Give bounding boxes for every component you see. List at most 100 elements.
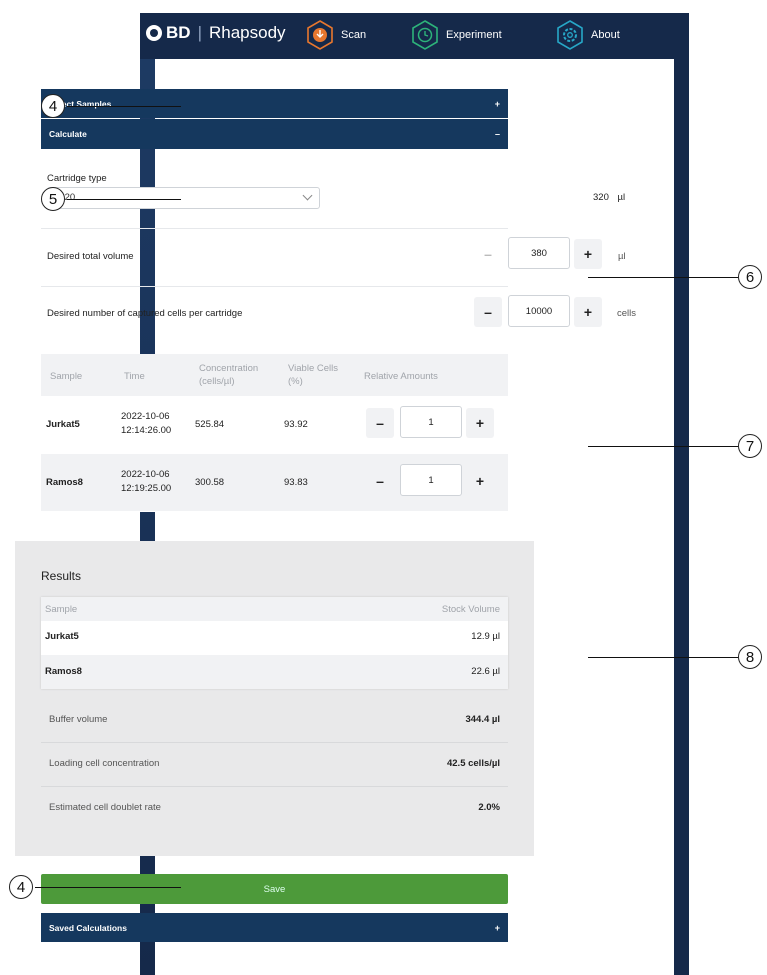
callout-7: 7 [738,434,762,458]
buffer-volume-label: Buffer volume [49,714,108,725]
sample-concentration: 525.84 [195,419,225,430]
brand-separator: | [197,23,202,42]
loading-concentration-value: 42.5 cells/µl [446,758,500,769]
divider [41,228,508,229]
col-viable-line1: Viable Cells [288,363,338,374]
result-sample: Ramos8 [45,666,82,677]
doublet-rate-value: 2.0% [478,802,500,813]
col-time: Time [124,371,145,382]
callout-5: 5 [41,187,65,211]
gear-icon [555,20,585,50]
callout-4-top-line [67,106,181,108]
table-row: Ramos8 2022-10-06 12:19:25.00 300.58 93.… [41,454,508,511]
brand-logo: BD | Rhapsody [146,23,286,43]
cartridge-type-label: Cartridge type [47,173,107,184]
samples-table: Sample Time Concentration (cells/µl) Via… [41,354,508,512]
total-volume-decrement-button[interactable]: – [474,239,502,269]
col-sample: Sample [50,371,83,382]
nav-about-label: About [591,29,620,41]
total-volume-unit: µl [618,251,626,262]
sample-viable: 93.92 [284,419,308,430]
accordion-select-samples[interactable]: Select Samples + [41,89,508,118]
figure: BD | Rhapsody Scan Experiment About Sele… [0,0,767,975]
divider [41,286,508,287]
callout-6: 6 [738,265,762,289]
col-sample: Sample [45,604,78,615]
results-title: Results [41,569,82,583]
cartridge-volume: 320 µl [593,192,625,203]
col-viable-cells: Viable Cells (%) [288,362,338,388]
sample-viable: 93.83 [284,477,308,488]
nav-scan-label: Scan [341,29,367,41]
brand-bd: BD [166,23,191,42]
accordion-calculate[interactable]: Calculate – [41,119,508,149]
accordion-calculate-label: Calculate [49,129,87,139]
sample-date: 2022-10-06 [121,469,170,480]
sample-name: Jurkat5 [46,419,80,430]
relative-amount-increment-button[interactable]: + [466,408,494,438]
callout-4-top: 4 [41,94,65,118]
result-stock-volume: 22.6 µl [471,666,500,677]
captured-cells-unit: cells [617,308,637,319]
nav-experiment[interactable]: Experiment [410,20,502,50]
buffer-volume-row: Buffer volume 344.4 µl [41,699,508,743]
loading-concentration-label: Loading cell concentration [49,758,160,769]
sample-timestamp: 2022-10-06 12:19:25.00 [121,468,171,496]
save-button[interactable]: Save [41,874,508,904]
callout-8: 8 [738,645,762,669]
expand-icon: + [494,98,500,109]
captured-cells-increment-button[interactable]: + [574,297,602,327]
cartridge-type-select[interactable]: 0120 [47,187,320,209]
experiment-icon [410,20,440,50]
callout-4-bottom-line [35,887,181,889]
result-sample: Jurkat5 [45,631,79,642]
table-row: Jurkat5 2022-10-06 12:14:26.00 525.84 93… [41,396,508,453]
relative-amount-input[interactable]: 1 [400,464,462,496]
table-row: Ramos8 22.6 µl [41,655,508,689]
accordion-saved-calculations[interactable]: Saved Calculations + [41,913,508,942]
total-volume-input[interactable]: 380 [508,237,570,269]
callout-6-line [588,277,738,279]
sample-date: 2022-10-06 [121,411,170,422]
expand-icon: + [494,922,500,933]
brand-name: Rhapsody [208,23,286,42]
col-stock-volume: Stock Volume [441,604,500,615]
col-concentration-line1: Concentration [199,363,259,374]
loading-concentration-row: Loading cell concentration 42.5 cells/µl [41,743,508,787]
results-table-header: Sample Stock Volume [41,597,508,621]
bd-logo-icon [146,25,162,41]
callout-4-bottom: 4 [9,875,33,899]
chevron-down-icon [302,190,313,201]
collapse-icon: – [494,129,500,139]
captured-cells-input[interactable]: 10000 [508,295,570,327]
sample-name: Ramos8 [46,477,83,488]
total-volume-increment-button[interactable]: + [574,239,602,269]
relative-amount-input[interactable]: 1 [400,406,462,438]
relative-amount-decrement-button[interactable]: – [366,408,394,438]
col-concentration: Concentration (cells/µl) [199,362,258,388]
nav-experiment-label: Experiment [446,29,502,41]
sample-concentration: 300.58 [195,477,225,488]
col-relative-amounts: Relative Amounts [364,371,438,382]
callout-5-line [67,199,181,201]
cartridge-volume-unit: µl [617,192,626,203]
samples-table-header: Sample Time Concentration (cells/µl) Via… [41,354,508,396]
nav-scan[interactable]: Scan [305,20,366,50]
col-viable-line2: (%) [288,376,303,387]
results-table: Sample Stock Volume Jurkat5 12.9 µl Ramo… [41,597,508,689]
buffer-volume-value: 344.4 µl [465,714,500,725]
accordion-saved-calculations-label: Saved Calculations [49,922,127,933]
doublet-rate-row: Estimated cell doublet rate 2.0% [41,787,508,831]
result-stock-volume: 12.9 µl [471,631,500,642]
captured-cells-label: Desired number of captured cells per car… [47,308,243,319]
top-nav-bar: BD | Rhapsody Scan Experiment About [140,13,689,59]
doublet-rate-label: Estimated cell doublet rate [49,802,161,813]
relative-amount-increment-button[interactable]: + [466,466,494,496]
nav-about[interactable]: About [555,20,620,50]
total-volume-label: Desired total volume [47,251,134,262]
sample-time: 12:19:25.00 [121,483,172,494]
captured-cells-decrement-button[interactable]: – [474,297,502,327]
sample-time: 12:14:26.00 [121,425,172,436]
callout-8-line [588,657,738,659]
relative-amount-decrement-button[interactable]: – [366,466,394,496]
